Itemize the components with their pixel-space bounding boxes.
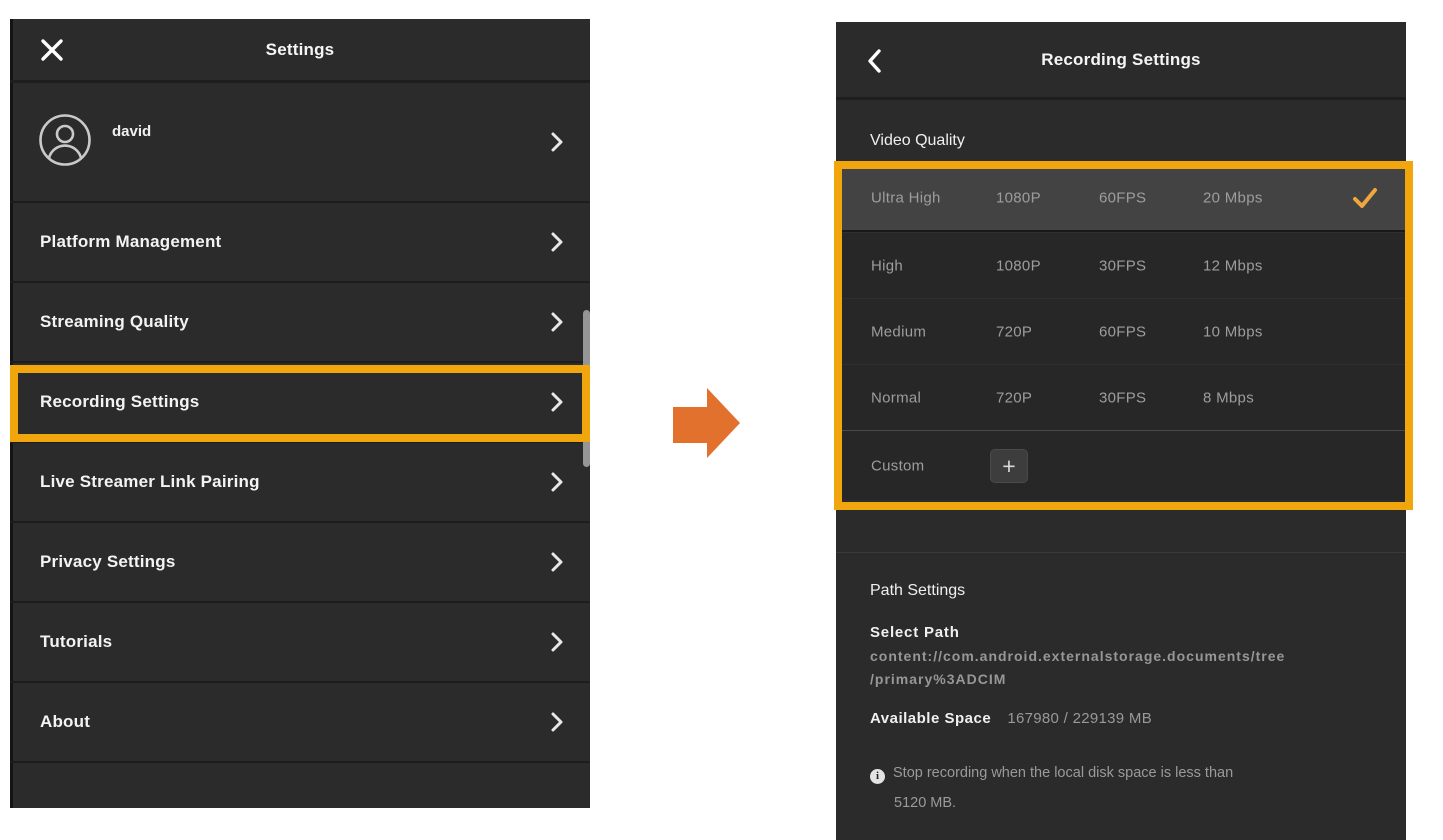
quality-row-normal[interactable]: Normal 720P 30FPS 8 Mbps: [836, 364, 1406, 430]
chevron-right-icon: [550, 631, 564, 653]
menu-item-streaming-quality[interactable]: Streaming Quality: [10, 283, 590, 363]
flow-arrow-icon: [673, 388, 741, 458]
scrollbar-thumb[interactable]: [583, 310, 590, 467]
quality-resolution: 720P: [996, 389, 1032, 406]
quality-framerate: 60FPS: [1099, 190, 1146, 207]
quality-framerate: 60FPS: [1099, 323, 1146, 340]
menu-item-tutorials[interactable]: Tutorials: [10, 603, 590, 683]
disk-space-info: i Stop recording when the local disk spac…: [870, 762, 1375, 814]
settings-title: Settings: [266, 40, 335, 60]
quality-row-custom: Custom +: [836, 430, 1406, 500]
settings-header: Settings: [10, 19, 590, 83]
settings-screen: Settings david Platform Management Strea…: [10, 19, 590, 808]
selected-path-line1: content://com.android.externalstorage.do…: [870, 645, 1285, 668]
quality-row-medium[interactable]: Medium 720P 60FPS 10 Mbps: [836, 298, 1406, 364]
available-space-label: Available Space: [870, 710, 991, 727]
menu-label: Recording Settings: [40, 392, 199, 412]
recording-settings-header: Recording Settings: [836, 22, 1406, 100]
menu-label: Platform Management: [40, 232, 221, 252]
quality-framerate: 30FPS: [1099, 389, 1146, 406]
info-line1-wrap: i Stop recording when the local disk spac…: [870, 762, 1375, 784]
quality-name: High: [871, 257, 903, 274]
quality-bitrate: 20 Mbps: [1203, 190, 1263, 207]
chevron-right-icon: [550, 391, 564, 413]
menu-item-recording-settings[interactable]: Recording Settings: [10, 363, 590, 443]
menu-label: Tutorials: [40, 632, 112, 652]
select-path-label: Select Path: [870, 624, 1285, 641]
avatar-icon: [38, 113, 92, 167]
selected-path-line2: /primary%3ADCIM: [870, 668, 1285, 691]
account-row[interactable]: david: [10, 83, 590, 203]
check-icon: [1352, 186, 1378, 210]
info-text-line2: 5120 MB.: [894, 792, 1375, 814]
menu-item-live-streamer-link-pairing[interactable]: Live Streamer Link Pairing: [10, 443, 590, 523]
select-path-row[interactable]: Select Path content://com.android.extern…: [870, 624, 1285, 691]
menu-label: Streaming Quality: [40, 312, 189, 332]
add-custom-quality-button[interactable]: +: [990, 449, 1028, 483]
quality-row-ultra-high[interactable]: Ultra High 1080P 60FPS 20 Mbps: [836, 166, 1406, 232]
quality-row-high[interactable]: High 1080P 30FPS 12 Mbps: [836, 232, 1406, 298]
settings-menu: Platform Management Streaming Quality Re…: [10, 203, 590, 763]
chevron-right-icon: [550, 471, 564, 493]
available-space-value: 167980 / 229139 MB: [1007, 710, 1152, 727]
quality-name: Medium: [871, 323, 926, 340]
video-quality-section-label: Video Quality: [870, 132, 965, 150]
video-quality-table: Ultra High 1080P 60FPS 20 Mbps High 1080…: [836, 166, 1406, 500]
quality-resolution: 1080P: [996, 190, 1041, 207]
path-settings-section-label: Path Settings: [870, 582, 965, 600]
chevron-right-icon: [550, 231, 564, 253]
screenshot-canvas: Settings david Platform Management Strea…: [0, 0, 1443, 840]
recording-settings-title: Recording Settings: [1041, 50, 1200, 70]
close-button[interactable]: [34, 32, 70, 68]
quality-name: Custom: [871, 457, 924, 474]
account-name: david: [112, 123, 151, 140]
available-space-row: Available Space 167980 / 229139 MB: [870, 710, 1152, 727]
back-button[interactable]: [856, 43, 892, 79]
recording-settings-screen: Recording Settings Video Quality Ultra H…: [836, 22, 1406, 840]
menu-item-about[interactable]: About: [10, 683, 590, 763]
menu-item-platform-management[interactable]: Platform Management: [10, 203, 590, 283]
flow-arrow-body: [673, 407, 707, 443]
chevron-right-icon: [550, 131, 564, 153]
chevron-right-icon: [550, 551, 564, 573]
info-text-line1: Stop recording when the local disk space…: [893, 765, 1233, 781]
quality-resolution: 1080P: [996, 257, 1041, 274]
flow-arrow-head: [707, 388, 740, 458]
close-icon: [39, 37, 65, 63]
menu-label: Live Streamer Link Pairing: [40, 472, 260, 492]
quality-framerate: 30FPS: [1099, 257, 1146, 274]
back-arrow-icon: [866, 48, 882, 74]
quality-bitrate: 12 Mbps: [1203, 257, 1263, 274]
menu-label: About: [40, 712, 90, 732]
quality-resolution: 720P: [996, 323, 1032, 340]
quality-name: Ultra High: [871, 190, 941, 207]
quality-bitrate: 8 Mbps: [1203, 389, 1254, 406]
menu-label: Privacy Settings: [40, 552, 175, 572]
quality-bitrate: 10 Mbps: [1203, 323, 1263, 340]
chevron-right-icon: [550, 711, 564, 733]
section-divider: [836, 552, 1406, 553]
info-icon: i: [870, 769, 885, 784]
quality-name: Normal: [871, 389, 921, 406]
menu-item-privacy-settings[interactable]: Privacy Settings: [10, 523, 590, 603]
chevron-right-icon: [550, 311, 564, 333]
